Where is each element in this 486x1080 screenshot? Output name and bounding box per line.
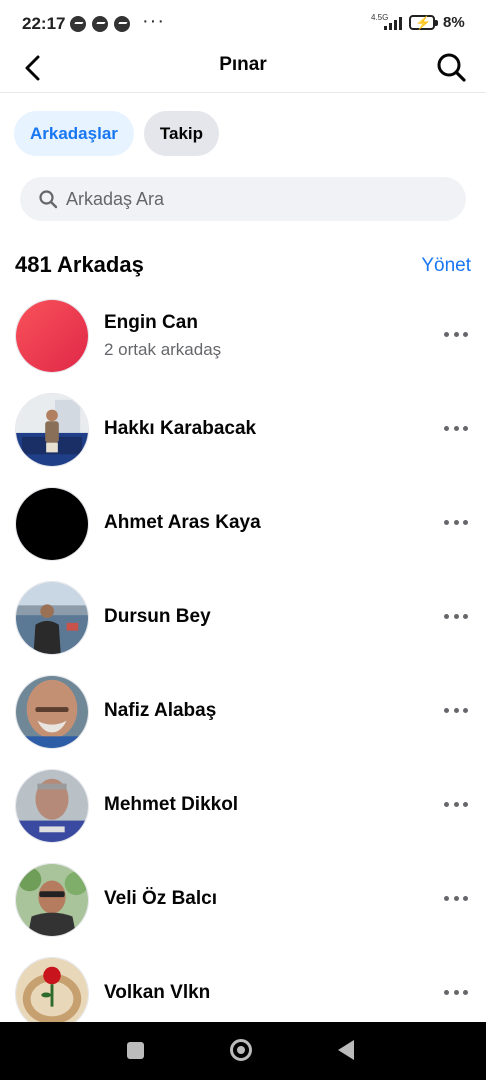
more-options-icon[interactable] <box>444 708 468 716</box>
friend-row[interactable]: Hakkı Karabacak <box>0 382 486 476</box>
overflow-dots: ··· <box>142 10 165 32</box>
more-options-icon[interactable] <box>444 332 468 340</box>
system-nav-bar <box>0 1022 486 1080</box>
status-time: 22:17 <box>22 14 66 33</box>
battery-percent: 8% <box>443 14 465 31</box>
filter-tabs: Arkadaşlar Takip <box>14 111 220 156</box>
notification-icons <box>70 16 130 32</box>
friend-row[interactable]: Dursun Bey <box>0 570 486 664</box>
mutual-friends-count: 2 ortak arkadaş <box>104 340 222 359</box>
avatar[interactable] <box>15 863 89 937</box>
friend-search-bar <box>20 177 466 221</box>
signal-icon <box>384 16 402 30</box>
friend-name[interactable]: Dursun Bey <box>104 606 211 628</box>
more-options-icon[interactable] <box>444 990 468 998</box>
friend-name[interactable]: Mehmet Dikkol <box>104 794 238 816</box>
messenger-icon <box>70 16 86 32</box>
messenger-icon <box>114 16 130 32</box>
page-title: Pınar <box>219 54 267 75</box>
more-options-icon[interactable] <box>444 896 468 904</box>
home-icon[interactable] <box>230 1039 252 1061</box>
more-options-icon[interactable] <box>444 426 468 434</box>
friend-search-input[interactable] <box>66 177 446 221</box>
tab-friends[interactable]: Arkadaşlar <box>14 111 134 156</box>
avatar[interactable] <box>15 769 89 843</box>
friend-row[interactable]: Veli Öz Balcı <box>0 852 486 946</box>
more-options-icon[interactable] <box>444 802 468 810</box>
friend-name[interactable]: Engin Can <box>104 312 198 334</box>
friend-row[interactable]: Ahmet Aras Kaya <box>0 476 486 570</box>
app-header: Pınar <box>0 46 486 93</box>
friend-row[interactable]: Mehmet Dikkol <box>0 758 486 852</box>
friend-row[interactable]: Nafiz Alabaş <box>0 664 486 758</box>
status-bar: 22:17 ··· 4.5G ⚡ 8% <box>0 0 486 46</box>
avatar[interactable] <box>15 487 89 561</box>
avatar[interactable] <box>15 957 89 1031</box>
battery-icon: ⚡ <box>409 15 438 30</box>
avatar[interactable] <box>15 581 89 655</box>
friend-name[interactable]: Volkan Vlkn <box>104 982 210 1004</box>
back-icon[interactable] <box>338 1040 354 1060</box>
search-icon <box>39 190 58 209</box>
friend-row[interactable]: Engin Can 2 ortak arkadaş <box>0 288 486 382</box>
avatar[interactable] <box>15 675 89 749</box>
friend-name[interactable]: Nafiz Alabaş <box>104 700 216 722</box>
friends-count-title: 481 Arkadaş <box>15 252 144 277</box>
search-icon[interactable] <box>434 50 468 84</box>
friend-name[interactable]: Hakkı Karabacak <box>104 418 256 440</box>
manage-link[interactable]: Yönet <box>421 255 471 277</box>
recents-icon[interactable] <box>127 1042 144 1059</box>
avatar[interactable] <box>15 393 89 467</box>
avatar[interactable] <box>15 299 89 373</box>
friend-list: Engin Can 2 ortak arkadaş Hakkı Karabaca… <box>0 288 486 1040</box>
more-options-icon[interactable] <box>444 520 468 528</box>
messenger-icon <box>92 16 108 32</box>
tab-following[interactable]: Takip <box>143 111 220 156</box>
friend-name[interactable]: Ahmet Aras Kaya <box>104 512 261 534</box>
friend-name[interactable]: Veli Öz Balcı <box>104 888 217 910</box>
more-options-icon[interactable] <box>444 614 468 622</box>
